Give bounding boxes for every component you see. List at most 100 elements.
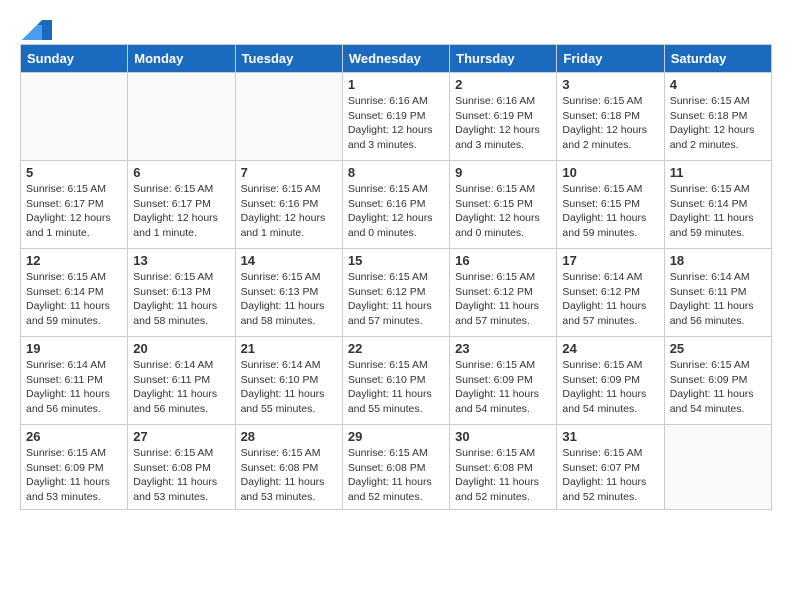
day-number: 5: [26, 165, 122, 180]
calendar-cell: [664, 425, 771, 510]
calendar-cell: 28 Sunrise: 6:15 AM Sunset: 6:08 PM Dayli…: [235, 425, 342, 510]
day-info: Sunrise: 6:15 AM Sunset: 6:13 PM Dayligh…: [133, 270, 229, 329]
calendar-cell: 4 Sunrise: 6:15 AM Sunset: 6:18 PM Daylig…: [664, 73, 771, 161]
weekday-header-thursday: Thursday: [450, 45, 557, 73]
calendar-cell: 13 Sunrise: 6:15 AM Sunset: 6:13 PM Dayli…: [128, 249, 235, 337]
day-info: Sunrise: 6:15 AM Sunset: 6:08 PM Dayligh…: [241, 446, 337, 505]
day-number: 6: [133, 165, 229, 180]
calendar-cell: [21, 73, 128, 161]
day-info: Sunrise: 6:16 AM Sunset: 6:19 PM Dayligh…: [348, 94, 444, 153]
calendar-cell: 9 Sunrise: 6:15 AM Sunset: 6:15 PM Daylig…: [450, 161, 557, 249]
calendar-cell: 17 Sunrise: 6:14 AM Sunset: 6:12 PM Dayli…: [557, 249, 664, 337]
calendar-cell: 20 Sunrise: 6:14 AM Sunset: 6:11 PM Dayli…: [128, 337, 235, 425]
calendar-cell: 19 Sunrise: 6:14 AM Sunset: 6:11 PM Dayli…: [21, 337, 128, 425]
day-info: Sunrise: 6:15 AM Sunset: 6:12 PM Dayligh…: [455, 270, 551, 329]
day-number: 25: [670, 341, 766, 356]
calendar-cell: 15Sunrise: 6:15 AM Sunset: 6:12 PM Dayli…: [342, 249, 449, 337]
day-info: Sunrise: 6:14 AM Sunset: 6:11 PM Dayligh…: [133, 358, 229, 417]
weekday-header-friday: Friday: [557, 45, 664, 73]
day-number: 20: [133, 341, 229, 356]
calendar-cell: 18 Sunrise: 6:14 AM Sunset: 6:11 PM Dayli…: [664, 249, 771, 337]
day-number: 26: [26, 429, 122, 444]
day-info: Sunrise: 6:15 AM Sunset: 6:17 PM Dayligh…: [26, 182, 122, 241]
calendar-cell: 10 Sunrise: 6:15 AM Sunset: 6:15 PM Dayli…: [557, 161, 664, 249]
day-number: 9: [455, 165, 551, 180]
day-number: 31: [562, 429, 658, 444]
calendar-cell: 27Sunrise: 6:15 AM Sunset: 6:08 PM Dayli…: [128, 425, 235, 510]
logo-icon: [22, 20, 52, 40]
calendar-cell: 26Sunrise: 6:15 AM Sunset: 6:09 PM Dayli…: [21, 425, 128, 510]
day-info: Sunrise: 6:14 AM Sunset: 6:11 PM Dayligh…: [26, 358, 122, 417]
day-info: Sunrise: 6:15 AM Sunset: 6:16 PM Dayligh…: [241, 182, 337, 241]
calendar-cell: 22 Sunrise: 6:15 AM Sunset: 6:10 PM Dayli…: [342, 337, 449, 425]
day-info: Sunrise: 6:15 AM Sunset: 6:08 PM Dayligh…: [348, 446, 444, 505]
day-number: 7: [241, 165, 337, 180]
calendar-cell: [235, 73, 342, 161]
day-info: Sunrise: 6:15 AM Sunset: 6:09 PM Dayligh…: [562, 358, 658, 417]
day-info: Sunrise: 6:15 AM Sunset: 6:13 PM Dayligh…: [241, 270, 337, 329]
day-number: 8: [348, 165, 444, 180]
calendar-cell: 30 Sunrise: 6:15 AM Sunset: 6:08 PM Dayli…: [450, 425, 557, 510]
page-header: [20, 20, 772, 34]
calendar-cell: 3Sunrise: 6:15 AM Sunset: 6:18 PM Daylig…: [557, 73, 664, 161]
calendar-week-2: 5 Sunrise: 6:15 AM Sunset: 6:17 PM Daylig…: [21, 161, 772, 249]
day-number: 21: [241, 341, 337, 356]
calendar-cell: 6Sunrise: 6:15 AM Sunset: 6:17 PM Daylig…: [128, 161, 235, 249]
calendar-cell: [128, 73, 235, 161]
day-number: 28: [241, 429, 337, 444]
calendar-cell: 8 Sunrise: 6:15 AM Sunset: 6:16 PM Daylig…: [342, 161, 449, 249]
calendar-header-row: SundayMondayTuesdayWednesdayThursdayFrid…: [21, 45, 772, 73]
day-info: Sunrise: 6:14 AM Sunset: 6:12 PM Dayligh…: [562, 270, 658, 329]
calendar-week-1: 1Sunrise: 6:16 AM Sunset: 6:19 PM Daylig…: [21, 73, 772, 161]
calendar-cell: 14 Sunrise: 6:15 AM Sunset: 6:13 PM Dayli…: [235, 249, 342, 337]
day-number: 24: [562, 341, 658, 356]
day-info: Sunrise: 6:16 AM Sunset: 6:19 PM Dayligh…: [455, 94, 551, 153]
weekday-header-monday: Monday: [128, 45, 235, 73]
day-info: Sunrise: 6:15 AM Sunset: 6:09 PM Dayligh…: [455, 358, 551, 417]
calendar-cell: 24 Sunrise: 6:15 AM Sunset: 6:09 PM Dayli…: [557, 337, 664, 425]
day-info: Sunrise: 6:14 AM Sunset: 6:10 PM Dayligh…: [241, 358, 337, 417]
calendar-cell: 25 Sunrise: 6:15 AM Sunset: 6:09 PM Dayli…: [664, 337, 771, 425]
calendar-cell: 12 Sunrise: 6:15 AM Sunset: 6:14 PM Dayli…: [21, 249, 128, 337]
day-number: 12: [26, 253, 122, 268]
day-number: 22: [348, 341, 444, 356]
calendar-week-4: 19 Sunrise: 6:14 AM Sunset: 6:11 PM Dayli…: [21, 337, 772, 425]
calendar-cell: 2 Sunrise: 6:16 AM Sunset: 6:19 PM Daylig…: [450, 73, 557, 161]
calendar-cell: 21 Sunrise: 6:14 AM Sunset: 6:10 PM Dayli…: [235, 337, 342, 425]
day-info: Sunrise: 6:15 AM Sunset: 6:14 PM Dayligh…: [26, 270, 122, 329]
calendar-cell: 29 Sunrise: 6:15 AM Sunset: 6:08 PM Dayli…: [342, 425, 449, 510]
day-info: Sunrise: 6:15 AM Sunset: 6:15 PM Dayligh…: [455, 182, 551, 241]
calendar-cell: 16 Sunrise: 6:15 AM Sunset: 6:12 PM Dayli…: [450, 249, 557, 337]
day-info: Sunrise: 6:15 AM Sunset: 6:18 PM Dayligh…: [670, 94, 766, 153]
day-number: 18: [670, 253, 766, 268]
day-info: Sunrise: 6:15 AM Sunset: 6:10 PM Dayligh…: [348, 358, 444, 417]
calendar-cell: 23Sunrise: 6:15 AM Sunset: 6:09 PM Dayli…: [450, 337, 557, 425]
day-number: 19: [26, 341, 122, 356]
day-info: Sunrise: 6:15 AM Sunset: 6:07 PM Dayligh…: [562, 446, 658, 505]
calendar-cell: 1Sunrise: 6:16 AM Sunset: 6:19 PM Daylig…: [342, 73, 449, 161]
day-info: Sunrise: 6:15 AM Sunset: 6:08 PM Dayligh…: [455, 446, 551, 505]
weekday-header-wednesday: Wednesday: [342, 45, 449, 73]
day-number: 10: [562, 165, 658, 180]
day-info: Sunrise: 6:15 AM Sunset: 6:14 PM Dayligh…: [670, 182, 766, 241]
day-number: 13: [133, 253, 229, 268]
day-info: Sunrise: 6:15 AM Sunset: 6:15 PM Dayligh…: [562, 182, 658, 241]
day-info: Sunrise: 6:14 AM Sunset: 6:11 PM Dayligh…: [670, 270, 766, 329]
calendar-week-3: 12 Sunrise: 6:15 AM Sunset: 6:14 PM Dayli…: [21, 249, 772, 337]
day-number: 29: [348, 429, 444, 444]
calendar-cell: 5 Sunrise: 6:15 AM Sunset: 6:17 PM Daylig…: [21, 161, 128, 249]
day-info: Sunrise: 6:15 AM Sunset: 6:16 PM Dayligh…: [348, 182, 444, 241]
day-number: 27: [133, 429, 229, 444]
day-number: 4: [670, 77, 766, 92]
weekday-header-sunday: Sunday: [21, 45, 128, 73]
day-info: Sunrise: 6:15 AM Sunset: 6:09 PM Dayligh…: [670, 358, 766, 417]
day-number: 2: [455, 77, 551, 92]
day-number: 15: [348, 253, 444, 268]
day-number: 3: [562, 77, 658, 92]
calendar-week-5: 26Sunrise: 6:15 AM Sunset: 6:09 PM Dayli…: [21, 425, 772, 510]
day-number: 16: [455, 253, 551, 268]
day-number: 14: [241, 253, 337, 268]
day-number: 30: [455, 429, 551, 444]
day-number: 17: [562, 253, 658, 268]
calendar-table: SundayMondayTuesdayWednesdayThursdayFrid…: [20, 44, 772, 510]
